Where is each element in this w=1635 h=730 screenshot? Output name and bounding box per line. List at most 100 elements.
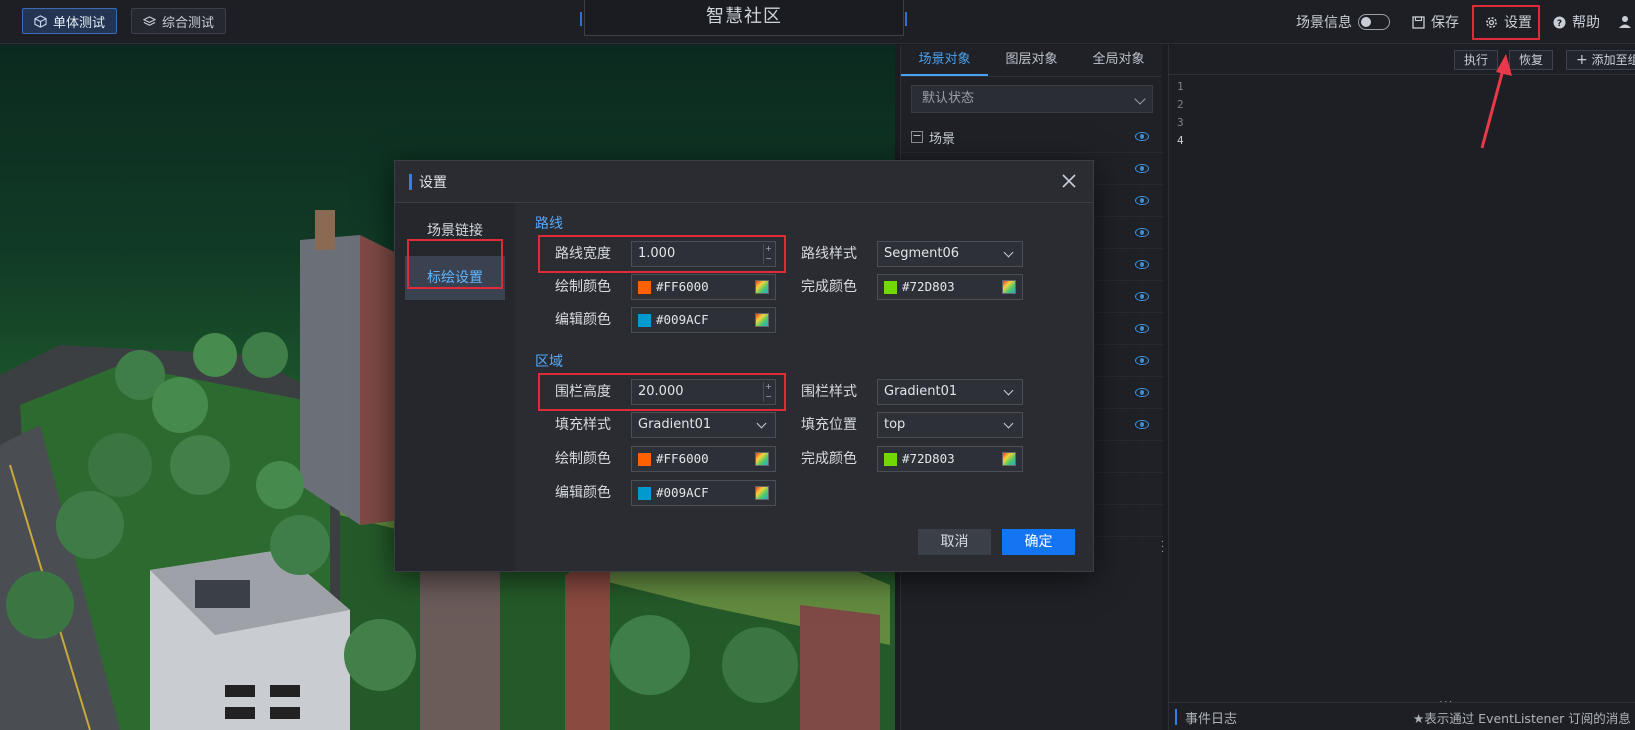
- route-edit-color-label: 编辑颜色: [555, 312, 611, 328]
- line-number: 3: [1177, 116, 1184, 129]
- eye-icon[interactable]: [1135, 196, 1149, 205]
- confirm-button[interactable]: 确定: [1002, 529, 1075, 555]
- chevron-down-icon: [756, 418, 767, 429]
- eye-icon[interactable]: [1135, 164, 1149, 173]
- eye-icon[interactable]: [1135, 356, 1149, 365]
- dialog-header: 设置: [395, 161, 1093, 203]
- scene-info-label: 场景信息: [1296, 15, 1352, 31]
- color-swatch: [884, 281, 897, 294]
- chevron-down-icon: [1003, 418, 1014, 429]
- color-picker-icon[interactable]: [1002, 452, 1016, 466]
- route-style-select[interactable]: Segment06: [877, 241, 1023, 267]
- color-picker-icon[interactable]: [755, 280, 769, 294]
- route-style-label: 路线样式: [801, 246, 857, 262]
- dialog-sidebar: 场景链接 标绘设置: [395, 203, 515, 571]
- color-swatch: [638, 453, 651, 466]
- single-test-label: 单体测试: [53, 15, 106, 31]
- eye-icon[interactable]: [1135, 228, 1149, 237]
- route-section-title: 路线: [535, 216, 563, 232]
- combined-test-button[interactable]: 综合测试: [131, 8, 227, 34]
- eye-icon[interactable]: [1135, 324, 1149, 333]
- chevron-down-icon: [1003, 385, 1014, 396]
- chevron-down-icon: [1134, 93, 1146, 105]
- line-number: 1: [1177, 80, 1184, 93]
- area-draw-color-value: #FF6000: [656, 451, 709, 466]
- event-log-bar: 事件日志 ★表示通过 EventListener 订阅的消息: [1169, 702, 1635, 730]
- scene-info-switch[interactable]: [1358, 14, 1390, 30]
- area-done-color-label: 完成颜色: [801, 451, 857, 467]
- tree-node-scene[interactable]: − 场景: [901, 121, 1163, 153]
- area-edit-color-value: #009ACF: [656, 485, 709, 500]
- line-number: 4: [1177, 134, 1184, 147]
- eye-icon[interactable]: [1135, 132, 1149, 141]
- chevron-down-icon: [1003, 247, 1014, 258]
- fill-style-label: 填充样式: [555, 417, 611, 433]
- color-swatch: [638, 314, 651, 327]
- fence-height-highlight-box: [538, 373, 786, 411]
- code-toolbar: 执行 恢复 + 添加至组: [1169, 45, 1635, 75]
- code-editor[interactable]: [1197, 75, 1635, 695]
- color-picker-icon[interactable]: [755, 313, 769, 327]
- single-test-button[interactable]: 单体测试: [22, 8, 118, 34]
- eye-icon[interactable]: [1135, 292, 1149, 301]
- add-to-group-button[interactable]: + 添加至组: [1566, 50, 1635, 70]
- fence-style-label: 围栏样式: [801, 384, 857, 400]
- area-edit-color-label: 编辑颜色: [555, 485, 611, 501]
- area-draw-color-input[interactable]: #FF6000: [631, 446, 776, 472]
- area-edit-color-input[interactable]: #009ACF: [631, 480, 776, 506]
- route-done-color-input[interactable]: #72D803: [877, 274, 1023, 300]
- code-panel: 执行 恢复 + 添加至组 1 2 3 4 ··· 事件日志 ★表示通过 Even…: [1168, 45, 1635, 730]
- state-select[interactable]: 默认状态: [911, 85, 1153, 113]
- area-done-color-input[interactable]: #72D803: [877, 446, 1023, 472]
- tab-global-objects[interactable]: 全局对象: [1075, 45, 1162, 76]
- dialog-title: 设置: [419, 175, 447, 191]
- combined-test-label: 综合测试: [162, 15, 215, 31]
- eye-icon[interactable]: [1135, 420, 1149, 429]
- eye-icon[interactable]: [1135, 388, 1149, 397]
- color-picker-icon[interactable]: [1002, 280, 1016, 294]
- user-icon[interactable]: [1619, 15, 1631, 28]
- event-log-accent: [1175, 709, 1177, 725]
- area-draw-color-label: 绘制颜色: [555, 451, 611, 467]
- area-section-title: 区域: [535, 354, 563, 370]
- event-log-title: 事件日志: [1185, 712, 1238, 727]
- route-draw-color-value: #FF6000: [656, 279, 709, 294]
- title-decoration-right: [905, 12, 907, 26]
- route-draw-color-label: 绘制颜色: [555, 279, 611, 295]
- fill-position-select[interactable]: top: [877, 412, 1023, 438]
- collapse-icon[interactable]: −: [911, 130, 923, 143]
- state-select-value: 默认状态: [922, 91, 975, 106]
- route-done-color-label: 完成颜色: [801, 279, 857, 295]
- line-number: 2: [1177, 98, 1184, 111]
- help-button[interactable]: ? 帮助: [1553, 12, 1600, 32]
- route-done-color-value: #72D803: [902, 279, 955, 294]
- help-label: 帮助: [1572, 15, 1600, 31]
- fence-style-value: Gradient01: [884, 384, 958, 399]
- page-title: 智慧社区: [584, 0, 904, 36]
- object-tabs: 场景对象 图层对象 全局对象: [901, 45, 1162, 77]
- color-picker-icon[interactable]: [755, 486, 769, 500]
- save-icon: [1412, 15, 1425, 29]
- fence-style-select[interactable]: Gradient01: [877, 379, 1023, 405]
- title-decoration-left: [580, 12, 582, 26]
- route-draw-color-input[interactable]: #FF6000: [631, 274, 776, 300]
- color-swatch: [884, 453, 897, 466]
- cancel-button[interactable]: 取消: [918, 529, 991, 555]
- settings-highlight-box: [1472, 5, 1540, 40]
- color-picker-icon[interactable]: [755, 452, 769, 466]
- fill-position-value: top: [884, 417, 906, 432]
- splitter-handle[interactable]: · · ·: [1161, 538, 1165, 558]
- settings-dialog: 设置 场景链接 标绘设置 路线 路线宽度 1.000 + − 路线样式 Segme…: [394, 160, 1094, 572]
- route-width-highlight-box: [538, 235, 786, 273]
- svg-text:?: ?: [1557, 19, 1562, 29]
- scene-info-toggle[interactable]: 场景信息: [1296, 12, 1390, 32]
- event-log-note: ★表示通过 EventListener 订阅的消息: [1413, 711, 1631, 726]
- tab-scene-objects[interactable]: 场景对象: [901, 45, 988, 76]
- tab-layer-objects[interactable]: 图层对象: [988, 45, 1075, 76]
- save-button[interactable]: 保存: [1412, 12, 1459, 32]
- route-edit-color-input[interactable]: #009ACF: [631, 307, 776, 333]
- close-icon[interactable]: [1059, 171, 1079, 191]
- help-icon: ?: [1553, 16, 1566, 29]
- eye-icon[interactable]: [1135, 260, 1149, 269]
- fill-style-select[interactable]: Gradient01: [631, 412, 776, 438]
